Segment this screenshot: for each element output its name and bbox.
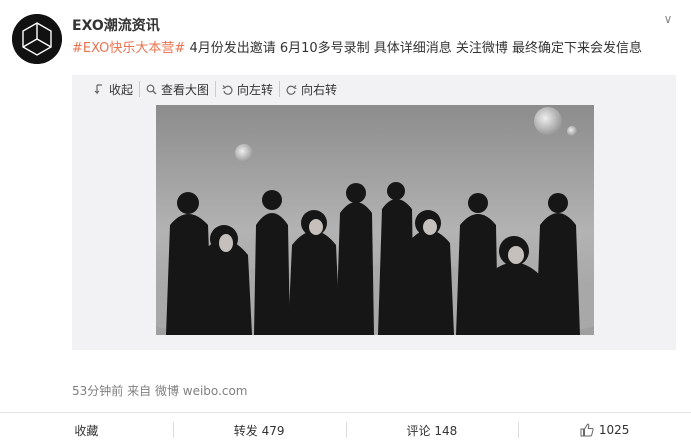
favorite-label: 收藏 [74, 423, 99, 438]
media-box: 收起 查看大图 向左转 向右转 [72, 75, 676, 350]
like-count: 1025 [598, 423, 630, 437]
media-toolbar: 收起 查看大图 向左转 向右转 [88, 81, 343, 97]
action-bar: 收藏 转发 479 评论 148 1025 [0, 412, 691, 447]
post-body: 4月份发出邀请 6月10多号录制 具体详细消息 关注微博 最终确定下来会发信息 [185, 41, 643, 56]
rotate-right-label: 向右转 [301, 82, 338, 97]
repost-label: 转发 479 [233, 423, 285, 438]
rotate-right-button[interactable]: 向右转 [279, 81, 343, 97]
rotate-right-icon [286, 84, 297, 95]
from-label: 来自 [127, 384, 152, 398]
comment-label: 评论 148 [406, 423, 458, 438]
rotate-left-button[interactable]: 向左转 [215, 81, 279, 97]
topic-link[interactable]: #EXO快乐大本营# [72, 41, 185, 56]
chevron-down-icon[interactable]: ∨ [660, 12, 676, 26]
search-icon [146, 84, 157, 94]
like-button[interactable]: 1025 [518, 413, 691, 447]
post-time[interactable]: 53分钟前 [72, 384, 123, 398]
collapse-button[interactable]: 收起 [88, 81, 139, 97]
post-meta: 53分钟前 来自 微博 weibo.com [72, 382, 248, 399]
exo-logo-icon [12, 14, 62, 64]
comment-button[interactable]: 评论 148 [345, 413, 519, 447]
repost-button[interactable]: 转发 479 [172, 413, 346, 447]
favorite-button[interactable]: 收藏 [0, 413, 173, 447]
avatar[interactable] [12, 14, 62, 64]
rotate-left-label: 向左转 [237, 82, 274, 97]
view-large-label: 查看大图 [161, 82, 210, 97]
group-photo-image [156, 105, 594, 335]
post-source[interactable]: 微博 weibo.com [155, 384, 248, 398]
post-text: #EXO快乐大本营# 4月份发出邀请 6月10多号录制 具体详细消息 关注微博 … [72, 40, 642, 58]
thumbs-up-icon [580, 423, 594, 437]
collapse-icon [94, 83, 102, 94]
rotate-left-icon [222, 84, 233, 95]
view-large-button[interactable]: 查看大图 [139, 81, 215, 97]
post-photo[interactable] [156, 105, 594, 335]
username[interactable]: EXO潮流资讯 [72, 15, 160, 35]
collapse-label: 收起 [109, 82, 134, 97]
